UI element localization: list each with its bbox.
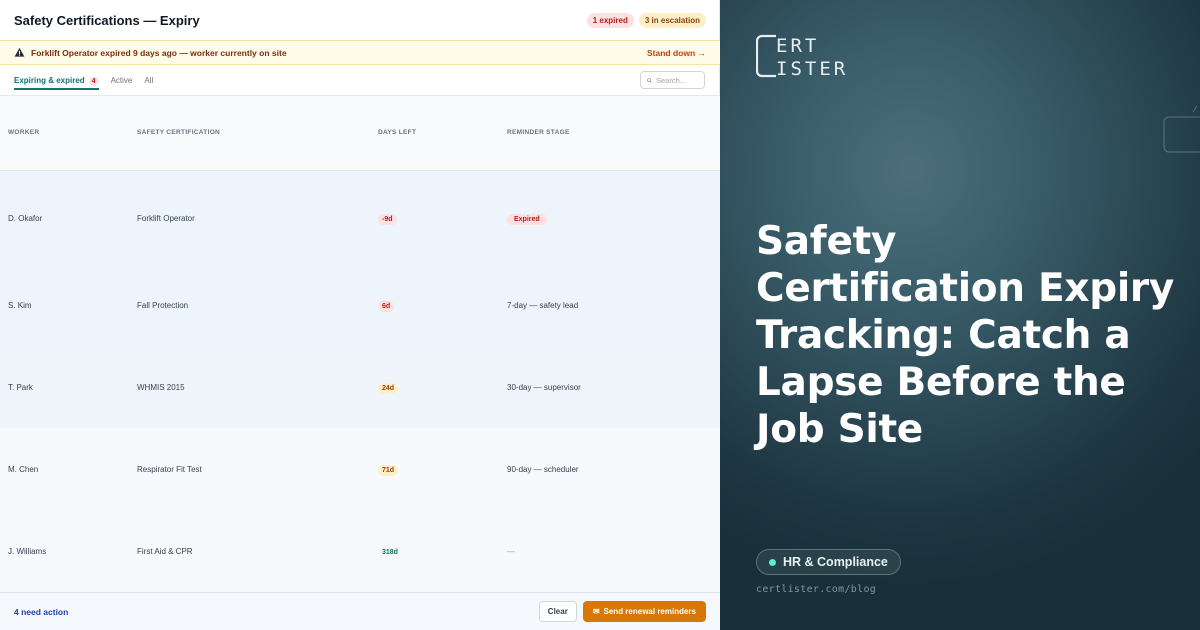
reminder-stage: —	[507, 547, 515, 556]
send-reminders-button[interactable]: ✉ Send renewal reminders	[582, 601, 706, 622]
clear-button[interactable]: Clear	[538, 601, 577, 622]
column-header-worker[interactable]: WORKER	[8, 129, 39, 136]
stand-down-link[interactable]: Stand down →	[647, 48, 706, 58]
tab-label: Expiring & expired	[14, 75, 85, 85]
action-footer: 4 need action Clear ✉ Send renewal remin…	[0, 592, 720, 630]
app-header: Safety Certifications — Expiry 1 expired…	[0, 0, 720, 40]
promo-panel: ERT ISTER Safety Certification Expiry Tr…	[720, 0, 1200, 630]
category-label: HR & Compliance	[783, 555, 888, 569]
tag-dot-icon	[769, 558, 776, 566]
site-url[interactable]: certlister.com/blog	[756, 584, 876, 595]
tab-label: All	[144, 75, 154, 85]
worker-name: M. Chen	[8, 465, 39, 474]
certification-name: Forklift Operator	[137, 214, 195, 223]
table-row[interactable]: T. Park WHMIS 2015 24d 30-day — supervis…	[0, 346, 720, 428]
search-input[interactable]	[656, 75, 698, 85]
reminder-stage: 30-day — supervisor	[507, 383, 581, 392]
worker-name: J. Williams	[8, 547, 47, 556]
days-left-badge: -9d	[378, 214, 397, 225]
search-box[interactable]	[640, 71, 705, 89]
table-row[interactable]: S. Kim Fall Protection 6d 7-day — safety…	[0, 266, 720, 346]
tab-active-underline: Expiring & expired 4	[14, 76, 99, 90]
worker-name: T. Park	[8, 383, 33, 392]
days-left-cell: 6d	[378, 301, 395, 312]
need-action-count: 4 need action	[14, 606, 69, 617]
certification-name: WHMIS 2015	[137, 383, 185, 392]
mail-icon: ✉	[592, 607, 600, 616]
reminder-stage: 7-day — safety lead	[507, 301, 579, 310]
days-left-badge: 24d	[378, 383, 399, 394]
days-left-cell: 318d	[378, 547, 402, 556]
reminder-stage: 90-day — scheduler	[507, 465, 579, 474]
certification-name: Fall Protection	[137, 301, 189, 310]
certification-table-body: D. Okafor Forklift Operator -9d Expired …	[0, 171, 720, 592]
table-row[interactable]: J. Williams First Aid & CPR 318d —	[0, 510, 720, 592]
tab-active[interactable]: Active	[111, 65, 133, 95]
expiry-alert-banner: Forklift Operator expired 9 days ago — w…	[0, 40, 720, 65]
expired-status-badge: Expired	[507, 214, 547, 225]
days-left-badge: 318d	[382, 549, 398, 556]
column-header-reminder-stage[interactable]: REMINDER STAGE	[507, 129, 570, 136]
alert-message: Forklift Operator expired 9 days ago — w…	[31, 47, 287, 58]
search-icon	[647, 77, 652, 83]
blog-headline: Safety Certification Expiry Tracking: Ca…	[756, 219, 1174, 452]
page-title: Safety Certifications — Expiry	[14, 12, 200, 28]
expired-count-badge: 1 expired	[586, 12, 634, 28]
tab-label: Active	[110, 75, 133, 85]
decorative-card-outline	[1163, 105, 1200, 153]
certification-name: First Aid & CPR	[137, 547, 193, 556]
reminder-stage-cell: Expired	[507, 214, 547, 225]
cert-app-panel: Safety Certifications — Expiry 1 expired…	[0, 0, 720, 630]
days-left-cell: -9d	[378, 214, 397, 225]
tab-expiring-expired[interactable]: Expiring & expired 4	[14, 65, 99, 95]
table-header: WORKER SAFETY CERTIFICATION DAYS LEFT RE…	[0, 95, 720, 171]
certlister-logo: ERT ISTER	[756, 34, 848, 79]
tab-count-badge: 4	[88, 76, 99, 86]
days-left-badge: 71d	[378, 465, 399, 476]
warning-icon	[14, 47, 25, 57]
escalation-count-badge: 3 in escalation	[638, 12, 706, 28]
days-left-badge: 6d	[378, 301, 395, 312]
certification-name: Respirator Fit Test	[137, 465, 202, 474]
table-row[interactable]: D. Okafor Forklift Operator -9d Expired	[0, 171, 720, 266]
svg-text:ERT: ERT	[776, 35, 819, 57]
days-left-cell: 71d	[378, 465, 399, 476]
worker-name: D. Okafor	[8, 214, 43, 223]
filter-tabs: Expiring & expired 4 Active All	[0, 65, 720, 95]
column-header-days-left[interactable]: DAYS LEFT	[378, 129, 416, 136]
tab-all[interactable]: All	[144, 65, 153, 95]
column-header-certification[interactable]: SAFETY CERTIFICATION	[137, 129, 220, 136]
worker-name: S. Kim	[8, 301, 32, 310]
category-tag[interactable]: HR & Compliance	[756, 549, 901, 575]
table-row[interactable]: M. Chen Respirator Fit Test 71d 90-day —…	[0, 428, 720, 510]
svg-text:ISTER: ISTER	[776, 58, 848, 79]
send-reminders-label: Send renewal reminders	[603, 607, 696, 616]
days-left-cell: 24d	[378, 383, 399, 394]
